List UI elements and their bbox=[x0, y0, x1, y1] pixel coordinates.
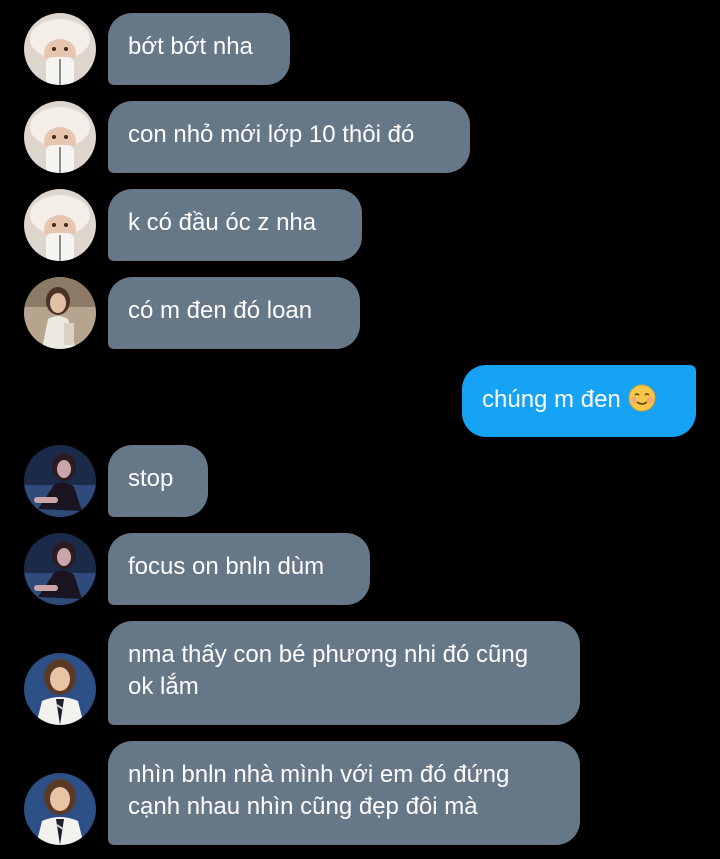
avatar-photo-icon bbox=[24, 101, 96, 173]
user-b-avatar[interactable] bbox=[24, 277, 96, 349]
avatar-photo-icon bbox=[24, 189, 96, 261]
avatar-photo-icon bbox=[24, 773, 96, 845]
message-row: nhìn bnln nhà mình với em đó đứng cạnh n… bbox=[0, 741, 720, 845]
user-d-avatar[interactable] bbox=[24, 653, 96, 725]
outgoing-message-bubble[interactable]: chúng m đen bbox=[462, 365, 696, 437]
smiling-face-icon bbox=[628, 384, 656, 412]
user-c-avatar[interactable] bbox=[24, 445, 96, 517]
user-a-avatar[interactable] bbox=[24, 13, 96, 85]
incoming-message-bubble[interactable]: có m đen đó loan bbox=[108, 277, 360, 349]
incoming-message-bubble[interactable]: con nhỏ mới lớp 10 thôi đó bbox=[108, 101, 470, 173]
avatar-photo-icon bbox=[24, 445, 96, 517]
message-row: k có đầu óc z nha bbox=[0, 189, 720, 261]
message-text: stop bbox=[128, 465, 174, 492]
incoming-message-bubble[interactable]: stop bbox=[108, 445, 208, 517]
incoming-message-bubble[interactable]: nma thấy con bé phương nhi đó cũng ok lắ… bbox=[108, 621, 580, 725]
message-row: stop bbox=[0, 445, 720, 517]
user-a-avatar[interactable] bbox=[24, 189, 96, 261]
user-a-avatar[interactable] bbox=[24, 101, 96, 173]
message-row: nma thấy con bé phương nhi đó cũng ok lắ… bbox=[0, 621, 720, 725]
incoming-message-bubble[interactable]: bớt bớt nha bbox=[108, 13, 290, 85]
message-text: con nhỏ mới lớp 10 thôi đó bbox=[128, 121, 415, 148]
message-text: nma thấy con bé phương nhi đó cũng ok lắ… bbox=[128, 641, 529, 700]
user-c-avatar[interactable] bbox=[24, 533, 96, 605]
message-text: có m đen đó loan bbox=[128, 297, 313, 324]
incoming-message-bubble[interactable]: focus on bnln dùm bbox=[108, 533, 370, 605]
message-row: có m đen đó loan bbox=[0, 277, 720, 349]
message-row: chúng m đen bbox=[0, 365, 720, 437]
incoming-message-bubble[interactable]: nhìn bnln nhà mình với em đó đứng cạnh n… bbox=[108, 741, 580, 845]
avatar-photo-icon bbox=[24, 13, 96, 85]
message-row: con nhỏ mới lớp 10 thôi đó bbox=[0, 101, 720, 173]
avatar-photo-icon bbox=[24, 653, 96, 725]
message-row: focus on bnln dùm bbox=[0, 533, 720, 605]
avatar-photo-icon bbox=[24, 533, 96, 605]
incoming-message-bubble[interactable]: k có đầu óc z nha bbox=[108, 189, 362, 261]
user-d-avatar[interactable] bbox=[24, 773, 96, 845]
message-row: bớt bớt nha bbox=[0, 13, 720, 85]
message-text: chúng m đen bbox=[482, 386, 621, 413]
message-text: k có đầu óc z nha bbox=[128, 209, 317, 236]
message-text: bớt bớt nha bbox=[128, 33, 253, 60]
message-text: nhìn bnln nhà mình với em đó đứng cạnh n… bbox=[128, 761, 510, 820]
message-text: focus on bnln dùm bbox=[128, 553, 325, 580]
avatar-photo-icon bbox=[24, 277, 96, 349]
